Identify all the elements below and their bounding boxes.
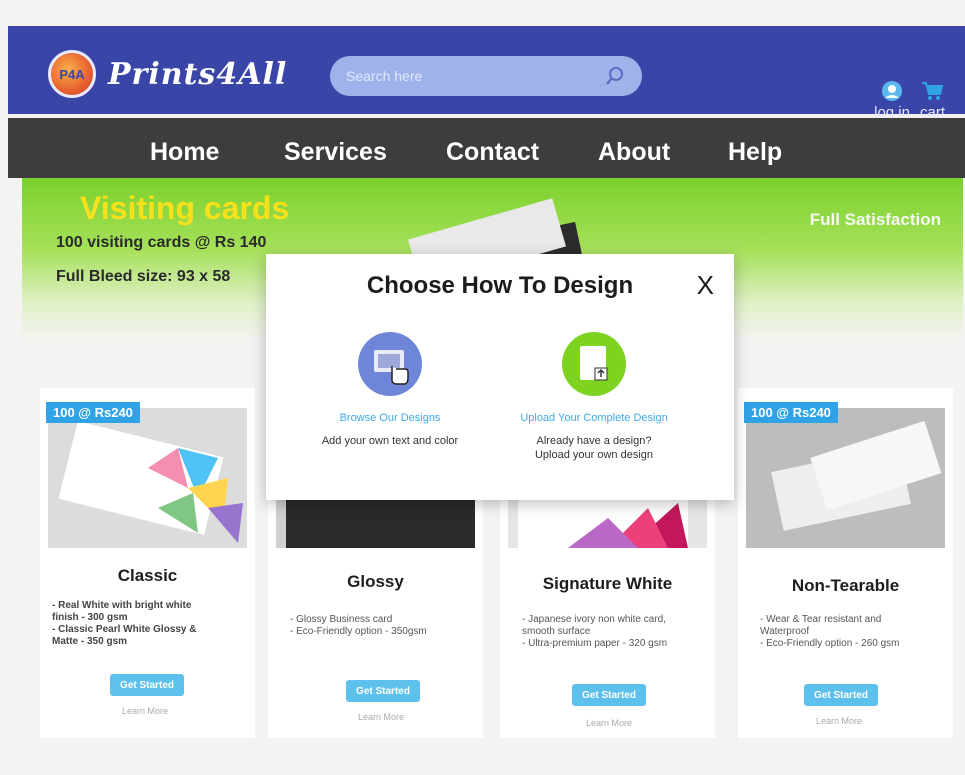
logo[interactable]: P4A Prints4All (48, 50, 287, 98)
cart-link[interactable]: cart (920, 80, 945, 121)
banner-size-value: 93 x 58 (176, 268, 231, 285)
product-description: - Real White with bright white finish - … (52, 600, 232, 648)
product-image-non-tearable (746, 408, 945, 548)
product-title: Glossy (347, 572, 404, 591)
learn-more-link[interactable]: Learn More (122, 706, 168, 716)
modal-title: Choose How To Design (366, 272, 634, 299)
banner-tagline: Full Satisfaction (809, 210, 941, 229)
desc-line: - Japanese ivory non white card, (522, 614, 666, 625)
design-choice-modal: Choose How To Design X Browse Our Design… (266, 254, 734, 500)
nav-item-about[interactable]: About (598, 138, 670, 167)
search-box[interactable] (330, 56, 642, 96)
product-title: Classic (117, 566, 178, 585)
desc-line: - Glossy Business card (290, 614, 393, 625)
upload-design-link[interactable]: Upload Your Complete Design (484, 412, 704, 424)
get-started-button[interactable]: Get Started (572, 684, 646, 706)
desc-line: - Wear & Tear resistant and (760, 614, 882, 625)
nav-item-contact[interactable]: Contact (446, 138, 539, 167)
browse-designs-description: Add your own text and color (321, 435, 459, 447)
learn-more-link[interactable]: Learn More (358, 712, 404, 722)
banner-size: Full Bleed size: 93 x 58 (56, 268, 230, 286)
get-started-button[interactable]: Get Started (804, 684, 878, 706)
logo-text: Prints4All (108, 56, 288, 92)
desc-line: - Eco-Friendly option - 350gsm (290, 626, 427, 637)
price-badge: 100 @ Rs240 (46, 402, 140, 423)
product-description: - Glossy Business card - Eco-Friendly op… (290, 614, 470, 638)
login-link[interactable]: log in (874, 80, 910, 121)
desc-line: - Classic Pearl White Glossy & (52, 624, 197, 635)
upload-desc-line: Already have a design? (536, 435, 652, 447)
search-icon[interactable] (604, 65, 626, 87)
banner-size-label: Full Bleed size: (56, 268, 173, 285)
learn-more-link[interactable]: Learn More (816, 716, 862, 726)
nav-item-help[interactable]: Help (728, 138, 782, 167)
main-nav: Home Services Contact About Help (8, 118, 965, 178)
user-area: log in cart (874, 80, 945, 121)
desc-line: - Real White with bright white (52, 600, 192, 611)
nav-item-home[interactable]: Home (150, 138, 219, 167)
desc-line: Waterproof (760, 626, 810, 637)
price-badge: 100 @ Rs240 (744, 402, 838, 423)
product-description: - Wear & Tear resistant and Waterproof -… (760, 614, 940, 650)
user-icon (882, 81, 903, 101)
close-icon[interactable]: X (697, 270, 714, 301)
get-started-button[interactable]: Get Started (110, 674, 184, 696)
page: P4A Prints4All log in (0, 0, 965, 775)
product-title: Non-Tearable (791, 576, 900, 595)
desc-line: - Ultra-premium paper - 320 gsm (522, 638, 668, 649)
learn-more-link[interactable]: Learn More (586, 718, 632, 728)
product-image-classic (48, 408, 247, 548)
banner-offer: 100 visiting cards @ Rs 140 (56, 234, 267, 251)
get-started-button[interactable]: Get Started (346, 680, 420, 702)
browse-designs-link[interactable]: Browse Our Designs (280, 412, 500, 424)
browse-designs-option[interactable]: Browse Our Designs Add your own text and… (280, 332, 500, 448)
logo-badge: P4A (48, 50, 96, 98)
upload-design-option[interactable]: Upload Your Complete Design Already have… (484, 332, 704, 462)
upload-design-icon[interactable] (562, 332, 626, 396)
upload-desc-line: Upload your own design (534, 449, 654, 461)
banner-title: Visiting cards (80, 190, 290, 226)
product-title: Signature White (542, 574, 673, 593)
upload-design-description: Already have a design? Upload your own d… (484, 434, 704, 462)
desc-line: finish - 300 gsm (52, 612, 128, 623)
desc-line: - Eco-Friendly option - 260 gsm (760, 638, 900, 649)
desc-line: Matte - 350 gsm (52, 636, 128, 647)
cart-icon (922, 82, 944, 100)
search-input[interactable] (346, 56, 604, 96)
product-card-classic[interactable]: 100 @ Rs240 Classic - Real White with br… (40, 388, 255, 738)
product-description: - Japanese ivory non white card, smooth … (522, 614, 702, 650)
nav-item-services[interactable]: Services (284, 138, 387, 167)
product-card-non-tearable[interactable]: 100 @ Rs240 Non-Tearable - Wear & Tear r… (738, 388, 953, 738)
browse-designs-icon[interactable] (358, 332, 422, 396)
desc-line: smooth surface (522, 626, 591, 637)
